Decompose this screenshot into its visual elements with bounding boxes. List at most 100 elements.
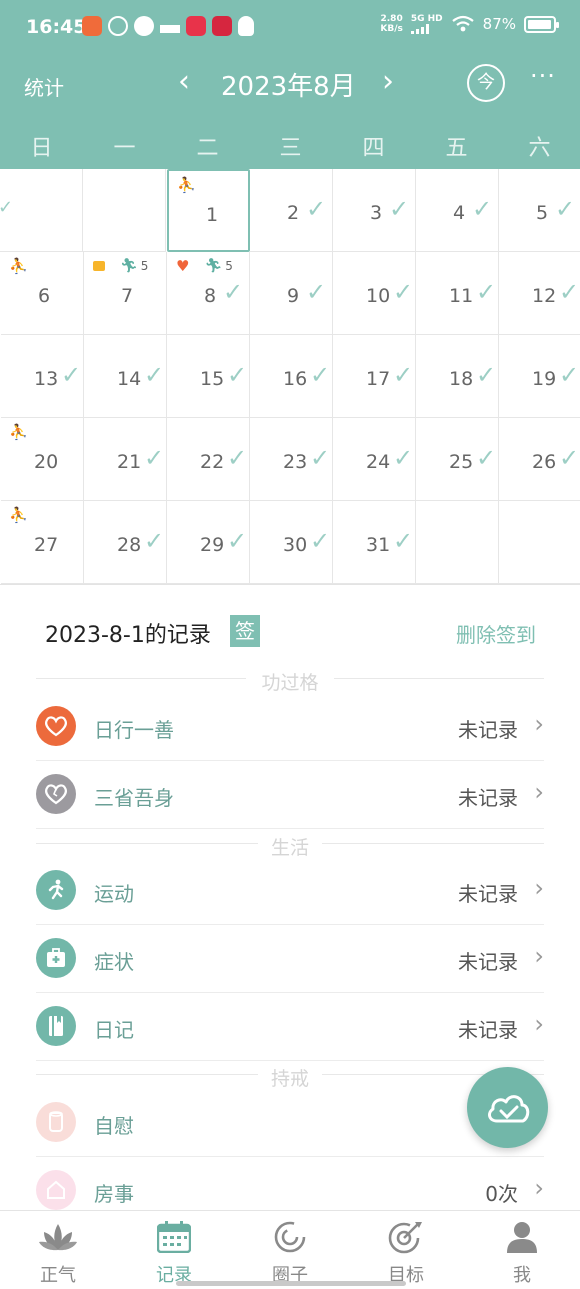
row-label: 日行一善 (94, 718, 174, 742)
calendar-day-cell[interactable]: 8 ✓ ♥ 🏃︎ 5 (167, 252, 250, 335)
calendar-day-cell[interactable]: 6 ⛹ (1, 252, 84, 335)
qq-icon (238, 16, 254, 36)
calendar-day-cell[interactable]: 10 ✓ (333, 252, 416, 335)
statistics-button[interactable]: 统计 (24, 72, 64, 101)
day-number: 15 (200, 368, 225, 390)
weekday-label: 六 (528, 136, 551, 161)
calendar-day-cell[interactable]: 31 ✓ (333, 501, 416, 584)
today-button[interactable]: 今 (467, 64, 505, 102)
exercise-count: 5 (140, 259, 149, 273)
calendar-day-cell[interactable]: 30 ✓ (250, 501, 333, 584)
next-month-button[interactable]: › (382, 64, 394, 99)
calendar-day-cell[interactable]: 11 ✓ (416, 252, 499, 335)
more-menu-button[interactable]: ··· (530, 62, 556, 90)
network-type: 5G HD (410, 14, 443, 24)
calendar-day-cell[interactable]: 9 ✓ (250, 252, 333, 335)
calendar-day-cell[interactable]: 16 ✓ (250, 335, 333, 418)
day-markers: ♥ 🏃︎ 5 (176, 257, 233, 275)
calendar-empty-cell (416, 501, 499, 584)
section-title: 持戒 (270, 1068, 309, 1090)
check-icon: ✓ (306, 278, 327, 306)
battery-percent: 87% (482, 15, 516, 33)
calendar-day-cell[interactable]: 19 ✓ (499, 335, 580, 418)
calendar-day-cell[interactable]: 23 ✓ (250, 418, 333, 501)
day-number: 21 (117, 451, 142, 473)
nav-zhengqi[interactable]: 正气 (0, 1219, 116, 1287)
row-value: 0次 (485, 1182, 518, 1206)
nav-me[interactable]: 我 (464, 1219, 580, 1287)
row-value: 未记录 (458, 950, 518, 974)
weekday-label: 一 (113, 136, 136, 161)
row-exercise[interactable]: 运动 未记录 › (36, 857, 544, 925)
check-icon: ✓ (310, 527, 331, 555)
calendar-day-cell[interactable]: 24 ✓ (333, 418, 416, 501)
calendar-day-cell[interactable]: 21 ✓ (84, 418, 167, 501)
calendar-day-cell[interactable]: 4 ✓ (416, 169, 499, 252)
chevron-right-icon: › (534, 1010, 544, 1038)
day-number: 19 (532, 368, 557, 390)
calendar-day-cell[interactable]: 15 ✓ (167, 335, 250, 418)
day-markers: 🏃︎ 5 (93, 258, 148, 274)
calendar-empty-cell: ✓ (0, 169, 83, 252)
weekday-label: 五 (445, 136, 468, 161)
calendar-day-cell[interactable]: 22 ✓ (167, 418, 250, 501)
calendar-day-cell[interactable]: 29 ✓ (167, 501, 250, 584)
chevron-right-icon: › (534, 778, 544, 806)
calendar-day-cell[interactable]: 2 ✓ (250, 169, 333, 252)
calendar-day-cell[interactable]: 1 ⛹ (167, 169, 250, 252)
row-symptoms[interactable]: 症状 未记录 › (36, 925, 544, 993)
chevron-right-icon: › (534, 710, 544, 738)
calendar-day-cell[interactable]: 5 ✓ (499, 169, 580, 252)
previous-month-button[interactable]: ‹ (178, 64, 190, 99)
delete-checkin-button[interactable]: 删除签到 (456, 619, 536, 648)
day-number: 30 (283, 534, 308, 556)
house-icon (36, 1170, 76, 1210)
battery-icon (524, 15, 559, 33)
chat-bubble-icon (134, 16, 154, 36)
wifi-icon (451, 15, 474, 32)
month-title[interactable]: 2023年8月 (221, 66, 356, 103)
nav-circle[interactable]: 圈子 (232, 1219, 348, 1287)
yoga-icon: ⛹ (9, 423, 28, 441)
calendar-day-cell[interactable]: 18 ✓ (416, 335, 499, 418)
row-label: 三省吾身 (94, 786, 174, 810)
day-number: 4 (453, 202, 466, 224)
nav-records[interactable]: 记录 (116, 1219, 232, 1287)
yoga-icon: ⛹ (9, 257, 28, 275)
day-number: 16 (283, 368, 308, 390)
day-number: 18 (449, 368, 474, 390)
check-icon: ✓ (0, 197, 14, 218)
calendar-day-cell[interactable]: 13 ✓ (1, 335, 84, 418)
monitor-icon (93, 261, 105, 271)
calendar-day-cell[interactable]: 17 ✓ (333, 335, 416, 418)
check-icon: ✓ (559, 444, 580, 472)
calendar-day-cell[interactable]: 25 ✓ (416, 418, 499, 501)
promo-app-icon (212, 16, 232, 36)
row-label: 症状 (94, 950, 134, 974)
row-daily-good-deed[interactable]: 日行一善 未记录 › (36, 693, 544, 761)
calendar-day-cell[interactable]: 3 ✓ (333, 169, 416, 252)
notification-icons (82, 16, 254, 36)
row-value: 未记录 (458, 786, 518, 810)
calendar-day-cell[interactable]: 7 🏃︎ 5 (84, 252, 167, 335)
cloud-sync-button[interactable] (467, 1067, 548, 1148)
calendar-day-cell[interactable]: 20 ⛹ (1, 418, 84, 501)
calendar-day-cell[interactable]: 26 ✓ (499, 418, 580, 501)
calendar-day-cell[interactable]: 27 ⛹ (1, 501, 84, 584)
day-number: 20 (34, 451, 59, 473)
nav-goals[interactable]: 目标 (348, 1219, 464, 1287)
calendar-day-cell[interactable]: 14 ✓ (84, 335, 167, 418)
day-number: 8 (204, 285, 217, 307)
calendar-day-cell[interactable]: 12 ✓ (499, 252, 580, 335)
weekday-label: 二 (196, 136, 219, 161)
row-diary[interactable]: 日记 未记录 › (36, 993, 544, 1061)
check-icon: ✓ (472, 195, 493, 223)
circle-icon (270, 1219, 310, 1255)
check-icon: ✓ (144, 444, 165, 472)
calendar-day-cell[interactable]: 28 ✓ (84, 501, 167, 584)
person-icon (502, 1219, 542, 1255)
row-self-reflection[interactable]: 三省吾身 未记录 › (36, 761, 544, 829)
row-value: 未记录 (458, 882, 518, 906)
record-date-title: 2023-8-1的记录 (45, 623, 211, 648)
fan-icon (108, 16, 128, 36)
